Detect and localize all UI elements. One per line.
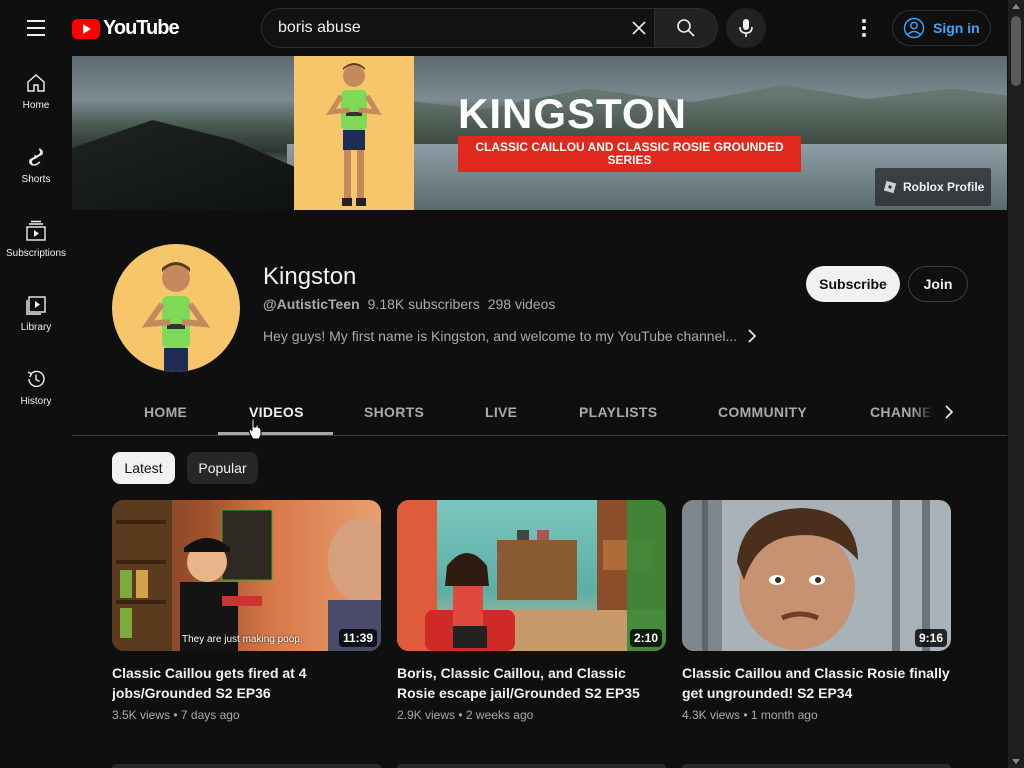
tab-home[interactable]: HOME [144,388,187,435]
channel-banner: KINGSTON CLASSIC CAILLOU AND CLASSIC ROS… [72,56,1007,210]
guide-item-subscriptions[interactable]: Subscriptions [0,204,72,278]
account-icon [903,17,925,39]
youtube-play-icon [72,18,100,39]
video-age: 1 month ago [750,708,818,722]
video-age: 7 days ago [180,708,240,722]
video-views: 4.3K views [682,708,741,722]
youtube-logo[interactable]: YouTube [72,17,180,40]
mouse-cursor-icon [248,418,262,440]
video-meta: 2.9K views • 2 weeks ago [397,708,666,722]
sign-in-label: Sign in [933,20,980,36]
chevron-right-icon [945,404,954,419]
scroll-up-arrow-icon[interactable] [1012,4,1020,9]
guide-label: Subscriptions [5,248,67,259]
guide-label: Library [20,322,52,333]
guide-item-library[interactable]: Library [0,278,72,352]
search-icon [677,19,695,37]
youtube-channel-page: YouTube Sign in Home Shorts [0,0,1024,768]
channel-tabs: HOME VIDEOS SHORTS LIVE PLAYLISTS COMMUN… [72,388,1007,436]
video-title[interactable]: Classic Caillou and Classic Rosie finall… [682,663,951,703]
sign-in-button[interactable]: Sign in [892,10,991,46]
next-row-thumbnail[interactable] [682,764,951,768]
page-scrollbar[interactable] [1008,0,1024,768]
guide-label: Home [22,100,50,111]
banner-hill [72,120,302,210]
video-meta: 3.5K views • 7 days ago [112,708,381,722]
video-views: 3.5K views [112,708,171,722]
channel-avatar [112,244,240,372]
banner-title: KINGSTON [458,90,687,137]
scrollbar-thumb[interactable] [1011,16,1021,86]
menu-icon[interactable] [16,8,56,48]
masthead: YouTube Sign in [0,0,1008,56]
subscriber-count: 9.18K subscribers [367,296,480,312]
tab-community[interactable]: COMMUNITY [718,388,807,435]
video-title[interactable]: Classic Caillou gets fired at 4 jobs/Gro… [112,663,381,703]
guide-item-home[interactable]: Home [0,56,72,130]
guide-label: Shorts [21,174,51,185]
video-thumbnail[interactable]: 2:10 [397,500,666,651]
search-input[interactable] [262,9,622,47]
search-button[interactable] [654,9,717,47]
video-views: 2.9K views [397,708,456,722]
video-card[interactable]: 9:16 Classic Caillou and Classic Rosie f… [682,500,951,722]
chip-popular[interactable]: Popular [187,452,258,484]
library-icon [26,296,46,315]
history-icon [27,370,45,388]
roblox-icon [883,180,897,194]
video-thumbnail[interactable]: 9:16 [682,500,951,651]
microphone-icon [739,19,753,37]
tab-live[interactable]: LIVE [485,388,517,435]
video-duration: 2:10 [629,629,662,647]
chevron-right-icon [748,329,757,343]
shorts-icon [29,148,43,166]
voice-search-button[interactable] [726,8,766,48]
tabs-scroll-right-button[interactable] [912,388,968,435]
clear-search-icon[interactable] [624,9,654,47]
channel-meta: @AutisticTeen 9.18K subscribers 298 vide… [263,296,555,312]
video-card[interactable]: They are just making poop. 11:39 Classic… [112,500,381,722]
banner-subtitle: CLASSIC CAILLOU AND CLASSIC ROSIE GROUND… [458,136,801,172]
video-thumbnail[interactable]: They are just making poop. 11:39 [112,500,381,651]
channel-name: Kingston [263,263,357,290]
guide-item-history[interactable]: History [0,352,72,426]
channel-description[interactable]: Hey guys! My first name is Kingston, and… [263,328,757,344]
guide-label: History [20,396,52,407]
video-duration: 11:39 [338,629,377,647]
video-age: 2 weeks ago [465,708,534,722]
mini-guide: Home Shorts Subscriptions Library Histor… [0,56,72,426]
next-row-thumbnail[interactable] [112,764,381,768]
next-row-thumbnail[interactable] [397,764,666,768]
meta-separator: • [173,708,181,722]
channel-description-text: Hey guys! My first name is Kingston, and… [263,328,738,344]
video-meta: 4.3K views • 1 month ago [682,708,951,722]
logo-text: YouTube [103,17,180,39]
video-count: 298 videos [487,296,556,312]
channel-handle: @AutisticTeen [263,296,360,312]
meta-separator: • [743,708,751,722]
subscriptions-icon [26,220,46,241]
chip-latest[interactable]: Latest [112,452,175,484]
video-caption: They are just making poop. [182,634,303,645]
video-card[interactable]: 2:10 Boris, Classic Caillou, and Classic… [397,500,666,722]
video-title[interactable]: Boris, Classic Caillou, and Classic Rosi… [397,663,666,703]
guide-item-shorts[interactable]: Shorts [0,130,72,204]
scroll-down-arrow-icon[interactable] [1012,759,1020,764]
search-box [261,8,718,48]
tab-shorts[interactable]: SHORTS [364,388,424,435]
subscribe-button[interactable]: Subscribe [806,266,900,302]
meta-separator: • [458,708,466,722]
join-button[interactable]: Join [908,266,968,302]
roblox-profile-link[interactable]: Roblox Profile [875,168,991,206]
settings-more-icon[interactable] [844,8,884,48]
video-duration: 9:16 [914,629,947,647]
roblox-profile-label: Roblox Profile [903,180,985,194]
active-tab-indicator [218,432,333,435]
home-icon [27,74,45,92]
banner-character-image [294,56,414,210]
tab-playlists[interactable]: PLAYLISTS [579,388,657,435]
